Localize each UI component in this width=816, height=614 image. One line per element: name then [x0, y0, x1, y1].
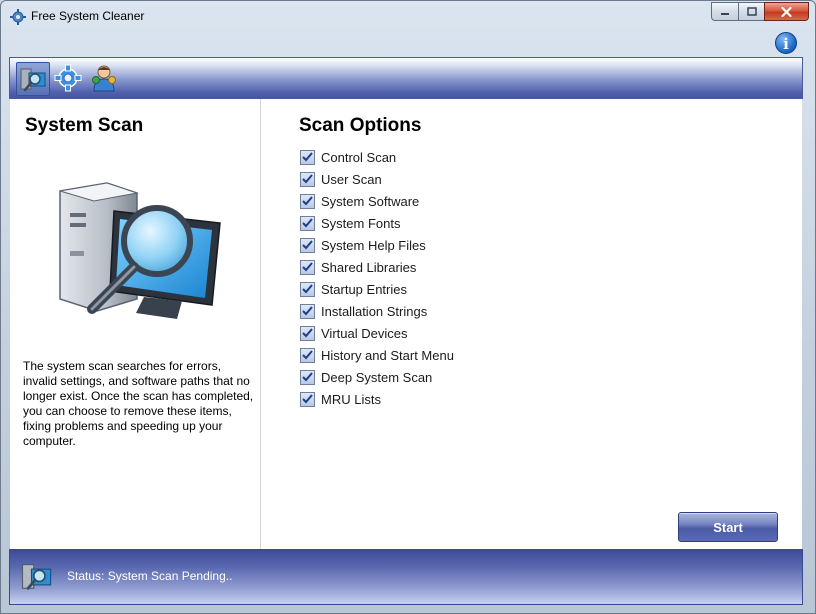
start-button[interactable]: Start: [678, 512, 778, 542]
app-icon: [10, 9, 26, 25]
option-system-fonts[interactable]: System Fonts: [300, 212, 454, 234]
option-label: History and Start Menu: [321, 347, 454, 363]
checkbox[interactable]: [300, 149, 315, 165]
computer-magnifier-icon: [59, 182, 221, 319]
scan-description: The system scan searches for errors, inv…: [23, 359, 254, 448]
system-scan-heading: System Scan: [25, 115, 144, 136]
main-toolbar: [9, 57, 803, 99]
option-virtual-devices[interactable]: Virtual Devices: [300, 322, 454, 344]
info-icon[interactable]: i: [775, 32, 797, 54]
system-scan-tab[interactable]: [16, 62, 50, 96]
option-label: MRU Lists: [321, 391, 381, 407]
window-title: Free System Cleaner: [31, 9, 145, 23]
option-system-software[interactable]: System Software: [300, 190, 454, 212]
checkmark-icon: [302, 218, 313, 228]
checkmark-icon: [302, 152, 313, 162]
scan-options-heading: Scan Options: [299, 115, 422, 136]
gear-icon: [54, 64, 82, 92]
checkbox[interactable]: [300, 369, 315, 385]
users-icon: [92, 65, 116, 92]
option-label: Shared Libraries: [321, 259, 417, 275]
users-tab[interactable]: [88, 62, 122, 96]
option-user-scan[interactable]: User Scan: [300, 168, 454, 190]
checkmark-icon: [302, 372, 313, 382]
option-history-start-menu[interactable]: History and Start Menu: [300, 344, 454, 366]
checkbox[interactable]: [300, 237, 315, 253]
option-system-help-files[interactable]: System Help Files: [300, 234, 454, 256]
option-mru-lists[interactable]: MRU Lists: [300, 388, 454, 410]
maximize-icon: [746, 7, 757, 16]
settings-tab[interactable]: [52, 62, 86, 96]
option-label: Control Scan: [321, 149, 397, 165]
checkbox[interactable]: [300, 193, 315, 209]
maximize-button[interactable]: [738, 2, 764, 21]
app-window: Free System Cleaner i System Scan The sy…: [0, 0, 816, 614]
minimize-button[interactable]: [711, 2, 738, 21]
option-shared-libraries[interactable]: Shared Libraries: [300, 256, 454, 278]
checkbox[interactable]: [300, 347, 315, 363]
checkmark-icon: [302, 284, 313, 294]
checkmark-icon: [302, 306, 313, 316]
checkmark-icon: [302, 240, 313, 250]
option-label: Startup Entries: [321, 281, 407, 297]
system-scan-icon: [21, 564, 52, 590]
checkmark-icon: [302, 350, 313, 360]
option-deep-system-scan[interactable]: Deep System Scan: [300, 366, 454, 388]
checkmark-icon: [302, 196, 313, 206]
checkbox[interactable]: [300, 215, 315, 231]
option-label: Installation Strings: [321, 303, 428, 319]
checkmark-icon: [302, 394, 313, 404]
option-label: User Scan: [321, 171, 382, 187]
status-text: Status: System Scan Pending..: [67, 569, 233, 583]
system-scan-icon: [20, 68, 46, 92]
option-label: System Software: [321, 193, 420, 209]
option-control-scan[interactable]: Control Scan: [300, 146, 454, 168]
option-label: Virtual Devices: [321, 325, 408, 341]
checkmark-icon: [302, 174, 313, 184]
checkbox[interactable]: [300, 325, 315, 341]
checkmark-icon: [302, 262, 313, 272]
close-button[interactable]: [764, 2, 809, 21]
panel-divider: [260, 99, 261, 549]
minimize-icon: [721, 12, 729, 15]
checkbox[interactable]: [300, 281, 315, 297]
option-label: System Help Files: [321, 237, 426, 253]
status-bar: Status: System Scan Pending..: [9, 549, 803, 605]
option-label: System Fonts: [321, 215, 401, 231]
option-installation-strings[interactable]: Installation Strings: [300, 300, 454, 322]
checkbox[interactable]: [300, 391, 315, 407]
main-content: System Scan The system scan searches for…: [10, 99, 802, 549]
option-startup-entries[interactable]: Startup Entries: [300, 278, 454, 300]
checkbox[interactable]: [300, 259, 315, 275]
checkmark-icon: [302, 328, 313, 338]
title-bar[interactable]: Free System Cleaner: [1, 1, 815, 31]
option-label: Deep System Scan: [321, 369, 433, 385]
checkbox[interactable]: [300, 303, 315, 319]
caption-buttons: [711, 2, 809, 22]
close-icon: [781, 6, 792, 17]
checkbox[interactable]: [300, 171, 315, 187]
scan-options-list: Control Scan User Scan System Software S…: [300, 146, 454, 410]
